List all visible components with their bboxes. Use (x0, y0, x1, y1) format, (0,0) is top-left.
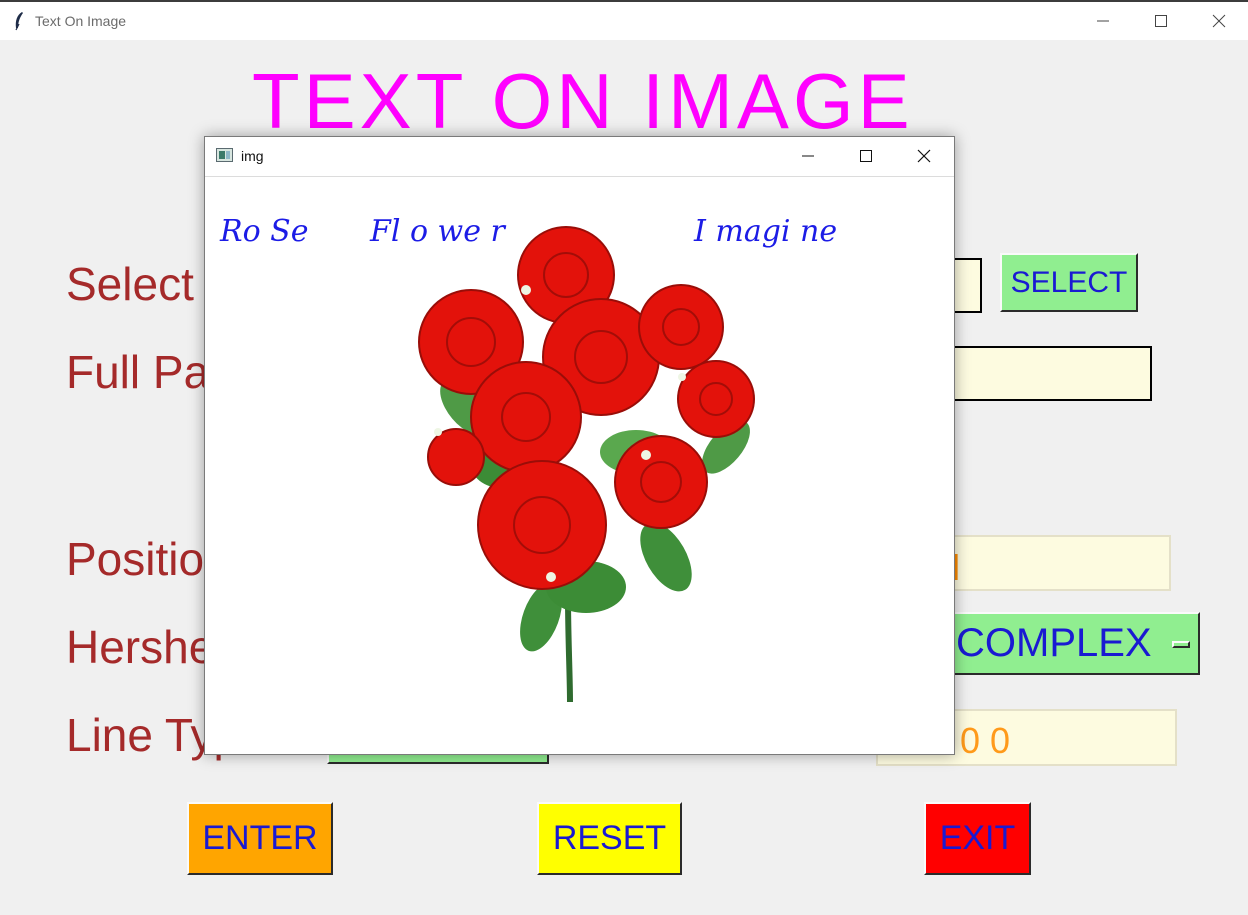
reset-button-label: RESET (552, 819, 667, 857)
overlay-text-flower: Fl o we r (369, 214, 507, 249)
minimize-icon (802, 155, 814, 157)
enter-button[interactable]: ENTER (187, 802, 333, 875)
image-preview-window[interactable]: img Ro Se Fl o we r I magi ne (204, 136, 955, 755)
image-window-title: img (241, 148, 264, 164)
maximize-button[interactable] (1138, 2, 1184, 40)
maximize-icon (860, 150, 872, 162)
image-window-icon (216, 148, 233, 162)
image-maximize-button[interactable] (843, 137, 889, 175)
image-window-titlebar[interactable]: img (205, 137, 954, 177)
hershey-font-value: COMPLEX (956, 621, 1152, 665)
select-image-label: Select (66, 258, 194, 310)
feather-icon (15, 12, 23, 31)
close-icon (917, 149, 931, 163)
exit-button-label: EXIT (939, 819, 1016, 857)
color-field-value: 0 0 (960, 720, 1011, 761)
close-icon (1212, 14, 1226, 28)
rose-bouquet-image: Ro Se Fl o we r I magi ne (219, 214, 837, 703)
exit-button[interactable]: EXIT (924, 802, 1031, 875)
window-title: Text On Image (35, 13, 127, 29)
overlay-text-imagine: I magi ne (693, 214, 837, 249)
full-path-label: Full Pa (66, 346, 210, 398)
select-button[interactable]: SELECT (1000, 253, 1138, 312)
minimize-button[interactable] (1080, 2, 1126, 40)
reset-button[interactable]: RESET (537, 802, 682, 875)
overlay-text-rose: Ro Se (219, 214, 309, 249)
enter-button-label: ENTER (202, 819, 318, 857)
main-titlebar: Text On Image (0, 0, 1248, 40)
maximize-icon (1155, 15, 1167, 27)
close-button[interactable] (1196, 2, 1242, 40)
select-button-label: SELECT (1010, 265, 1128, 299)
position-label: Positio (66, 533, 205, 585)
image-close-button[interactable] (901, 137, 947, 175)
image-minimize-button[interactable] (785, 137, 831, 175)
dropdown-indicator-icon (1172, 641, 1190, 648)
image-canvas: Ro Se Fl o we r I magi ne (206, 177, 953, 754)
minimize-icon (1097, 20, 1109, 22)
app-heading: TEXT ON IMAGE (252, 57, 914, 145)
hershey-font-label: Hershe (66, 621, 215, 673)
